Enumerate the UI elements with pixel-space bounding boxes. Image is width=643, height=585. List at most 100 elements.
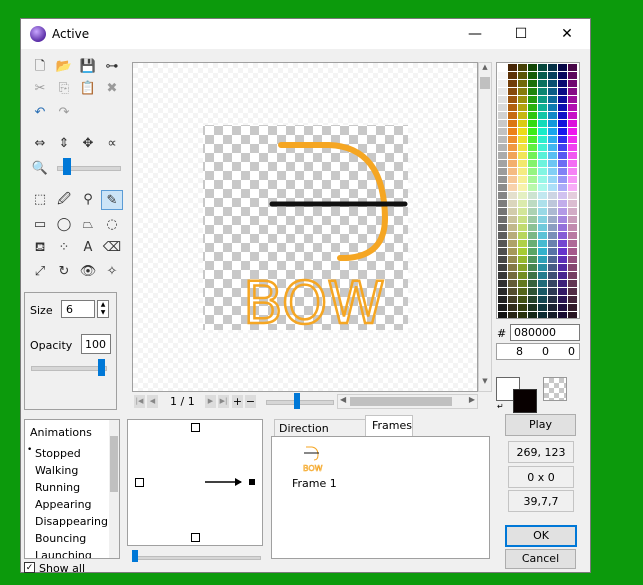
palette-swatch[interactable] [528,80,537,87]
palette-swatch[interactable] [498,160,507,167]
palette-swatch[interactable] [538,152,547,159]
palette-swatch[interactable] [498,128,507,135]
palette-swatch[interactable] [528,144,537,151]
palette-swatch[interactable] [558,64,567,71]
palette-swatch[interactable] [538,112,547,119]
palette-swatch[interactable] [518,192,527,199]
palette-swatch[interactable] [508,280,517,287]
palette-swatch[interactable] [498,120,507,127]
rotate-canvas-icon[interactable]: ↻ [53,262,75,282]
palette-swatch[interactable] [548,216,557,223]
palette-swatch[interactable] [568,296,577,303]
palette-swatch[interactable] [508,304,517,311]
palette-swatch[interactable] [538,232,547,239]
palette-swatch[interactable] [518,112,527,119]
palette-swatch[interactable] [538,264,547,271]
canvas-horizontal-scrollbar[interactable]: ◀ ▶ [337,394,478,409]
last-frame-button[interactable]: ▶| [218,395,229,408]
palette-swatch[interactable] [558,264,567,271]
palette-swatch[interactable] [528,128,537,135]
palette-swatch[interactable] [568,288,577,295]
open-folder-icon[interactable]: 📂 [53,57,75,77]
palette-swatch[interactable] [528,200,537,207]
ellipse-icon[interactable]: ◯ [53,215,75,235]
palette-swatch[interactable] [498,184,507,191]
palette-swatch[interactable] [518,152,527,159]
palette-swatch[interactable] [518,304,527,311]
palette-swatch[interactable] [528,224,537,231]
animation-item-disappearing[interactable]: Disappearing [35,515,108,528]
palette-swatch[interactable] [548,144,557,151]
palette-swatch[interactable] [548,288,557,295]
palette-swatch[interactable] [518,88,527,95]
palette-swatch[interactable] [508,144,517,151]
frame-zoom-slider-thumb[interactable] [294,393,300,409]
palette-swatch[interactable] [528,288,537,295]
palette-swatch[interactable] [548,192,557,199]
animations-scrollbar[interactable] [109,420,119,558]
palette-swatch[interactable] [508,112,517,119]
rotate-icon[interactable]: ∝ [101,134,123,154]
palette-swatch[interactable] [498,88,507,95]
palette-swatch[interactable] [568,272,577,279]
animation-item-launching[interactable]: Launching [35,549,92,558]
palette-swatch[interactable] [498,136,507,143]
palette-swatch[interactable] [538,256,547,263]
fill-bucket-icon[interactable]: ⛾ [29,238,51,258]
palette-swatch[interactable] [568,88,577,95]
palette-swatch[interactable] [548,80,557,87]
palette-swatch[interactable] [558,288,567,295]
palette-swatch[interactable] [508,168,517,175]
palette-swatch[interactable] [568,120,577,127]
palette-swatch[interactable] [548,64,557,71]
copy-icon[interactable]: ⎘ [53,79,75,99]
zoom-slider-thumb[interactable] [63,158,71,175]
palette-swatch[interactable] [568,176,577,183]
palette-swatch[interactable] [558,312,567,318]
palette-swatch[interactable] [498,216,507,223]
palette-swatch[interactable] [518,232,527,239]
opacity-slider-thumb[interactable] [98,359,105,376]
palette-swatch[interactable] [518,72,527,79]
palette-swatch[interactable] [548,176,557,183]
ok-button[interactable]: OK [505,525,577,547]
palette-swatch[interactable] [518,224,527,231]
palette-swatch[interactable] [508,312,517,318]
palette-swatch[interactable] [498,224,507,231]
palette-swatch[interactable] [498,296,507,303]
palette-swatch[interactable] [548,96,557,103]
palette-swatch[interactable] [558,120,567,127]
palette-swatch[interactable] [568,136,577,143]
palette-swatch[interactable] [568,256,577,263]
palette-swatch[interactable] [558,200,567,207]
palette-swatch[interactable] [568,104,577,111]
play-button[interactable]: Play [505,414,576,436]
palette-swatch[interactable] [558,224,567,231]
palette-swatch[interactable] [558,184,567,191]
palette-swatch[interactable] [548,256,557,263]
palette-swatch[interactable] [498,64,507,71]
palette-swatch[interactable] [498,176,507,183]
hotspot-icon[interactable]: ✧ [101,262,123,282]
palette-swatch[interactable] [498,144,507,151]
palette-swatch[interactable] [558,240,567,247]
palette-swatch[interactable] [508,216,517,223]
direction-preview[interactable] [127,419,263,546]
palette-swatch[interactable] [528,304,537,311]
palette-swatch[interactable] [508,224,517,231]
palette-swatch[interactable] [538,72,547,79]
palette-swatch[interactable] [568,280,577,287]
palette-swatch[interactable] [538,104,547,111]
palette-swatch[interactable] [558,192,567,199]
tab-frames[interactable]: Frames [365,415,413,437]
palette-swatch[interactable] [568,200,577,207]
tab-direction-options[interactable]: Direction Options [274,419,366,453]
close-button[interactable]: ✕ [544,19,590,49]
palette-swatch[interactable] [548,136,557,143]
palette-swatch[interactable] [568,208,577,215]
palette-swatch[interactable] [538,120,547,127]
canvas-vertical-scrollbar[interactable]: ▲ ▼ [478,62,492,392]
new-file-icon[interactable]: 🗋 [29,57,51,77]
palette-swatch[interactable] [558,248,567,255]
palette-swatch[interactable] [568,312,577,318]
